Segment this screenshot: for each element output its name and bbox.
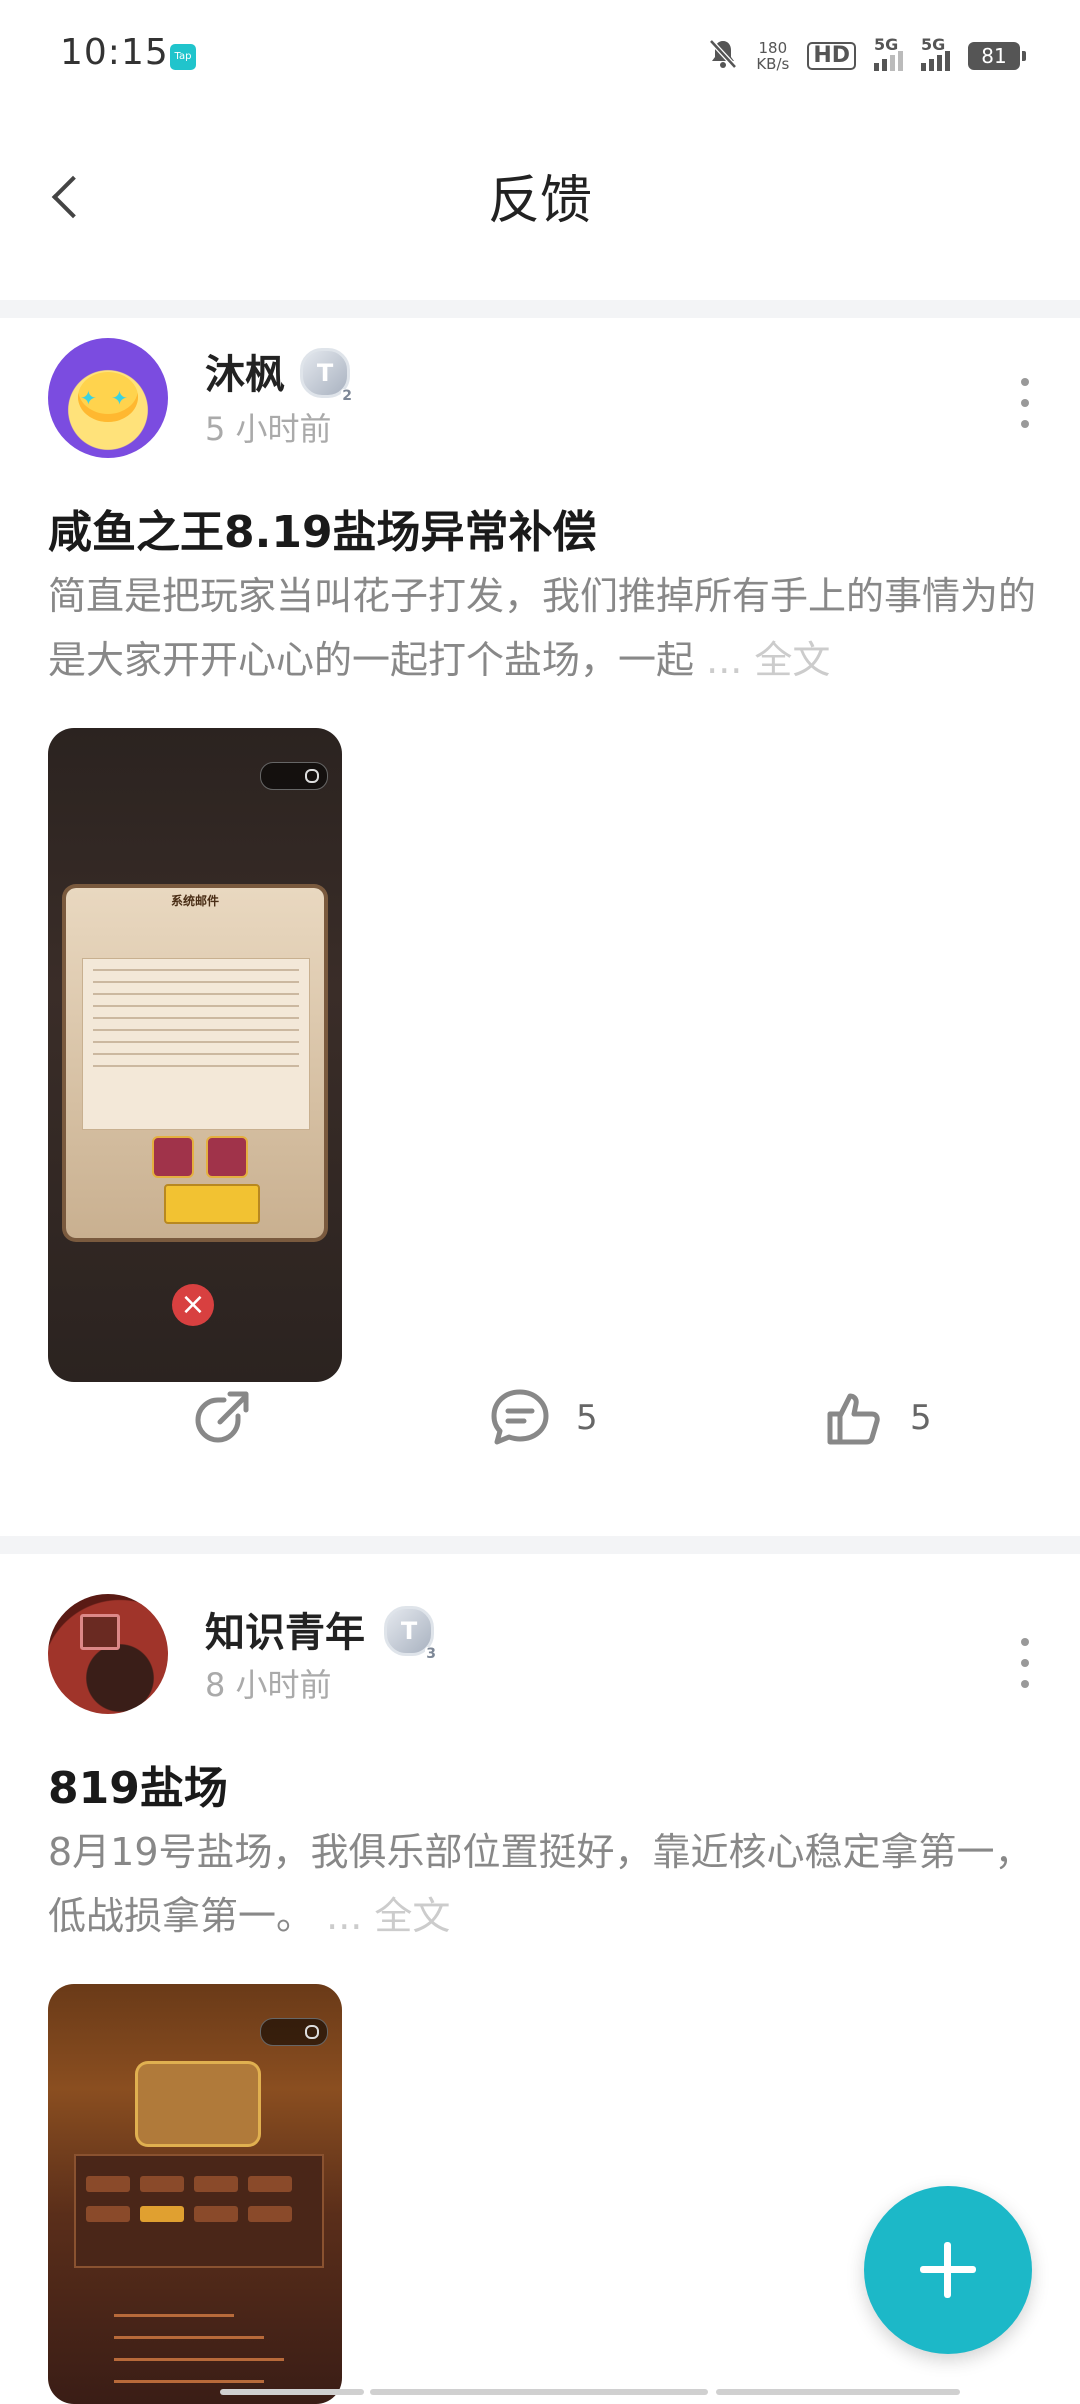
read-more-link[interactable]: ... 全文	[326, 1894, 450, 1938]
create-post-button[interactable]	[864, 2186, 1032, 2354]
status-bar: 10:15 Tap 180 KB/s HD 5G 5G 81	[0, 0, 1080, 110]
share-icon	[195, 1391, 249, 1443]
post-time: 8 小时前	[205, 1666, 332, 1704]
post-time: 5 小时前	[205, 410, 332, 448]
post-image[interactable]: 系统邮件 ×	[48, 728, 342, 1382]
gift-icon	[206, 1136, 248, 1178]
hd-voice-icon: HD	[807, 42, 856, 70]
gift-icon	[152, 1136, 194, 1178]
post-title[interactable]: 819盐场	[48, 1752, 228, 1816]
like-count: 5	[910, 1398, 932, 1438]
post-body[interactable]: 简直是把玩家当叫花子打发，我们推掉所有手上的事情为的是大家开开心心的一起打个盐场…	[48, 564, 1038, 692]
status-icons: 180 KB/s HD 5G 5G 81	[708, 35, 1026, 76]
post-actions: 5 5	[0, 1378, 1080, 1458]
status-time: 10:15	[60, 32, 169, 73]
signal-icon-sim1: 5G	[874, 35, 903, 71]
section-divider	[0, 300, 1080, 318]
game-mail-panel: 系统邮件	[66, 888, 324, 1238]
post-image[interactable]	[48, 1984, 342, 2404]
comment-button[interactable]: 5	[488, 1378, 598, 1458]
level-badge-icon: T3	[384, 1606, 437, 1661]
avatar[interactable]	[48, 338, 168, 458]
nav-gesture-bar	[220, 2389, 364, 2395]
miniapp-capsule-icon	[260, 2018, 328, 2046]
game-tabs-graphic	[74, 2154, 324, 2268]
like-button[interactable]: 5	[822, 1378, 932, 1458]
network-speed: 180 KB/s	[756, 39, 790, 73]
header: 反馈	[0, 110, 1080, 300]
comment-count: 5	[576, 1398, 598, 1438]
thumbs-up-icon	[827, 1393, 880, 1445]
miniapp-capsule-icon	[260, 762, 328, 790]
signal-icon-sim2: 5G	[921, 35, 950, 71]
nav-gesture-bar	[370, 2389, 708, 2395]
read-more-link[interactable]: ... 全文	[706, 638, 830, 682]
bell-muted-icon	[708, 38, 738, 74]
game-banner	[138, 2064, 258, 2144]
page-title: 反馈	[487, 171, 592, 231]
more-options-icon[interactable]	[1010, 378, 1040, 428]
close-icon: ×	[172, 1284, 214, 1326]
post-body[interactable]: 8月19号盐场，我俱乐部位置挺好，靠近核心稳定拿第一，低战损拿第一。 ... 全…	[48, 1820, 1038, 1948]
post-card[interactable]: 沐枫 T2 5 小时前 咸鱼之王8.19盐场异常补偿 简直是把玩家当叫花子打发，…	[0, 318, 1080, 1528]
avatar[interactable]	[48, 1594, 168, 1714]
comment-icon	[491, 1389, 549, 1445]
share-button[interactable]	[190, 1378, 254, 1458]
nav-gesture-bar	[716, 2389, 960, 2395]
section-divider	[0, 1536, 1080, 1554]
username[interactable]: 沐枫	[205, 342, 285, 400]
app-notification-icon: Tap	[170, 44, 196, 70]
battery-icon: 81	[968, 42, 1026, 70]
level-badge-icon: T2	[300, 348, 353, 403]
claim-button-graphic	[164, 1184, 260, 1224]
username[interactable]: 知识青年	[205, 1600, 365, 1658]
more-options-icon[interactable]	[1010, 1638, 1040, 1688]
post-title[interactable]: 咸鱼之王8.19盐场异常补偿	[48, 496, 597, 560]
